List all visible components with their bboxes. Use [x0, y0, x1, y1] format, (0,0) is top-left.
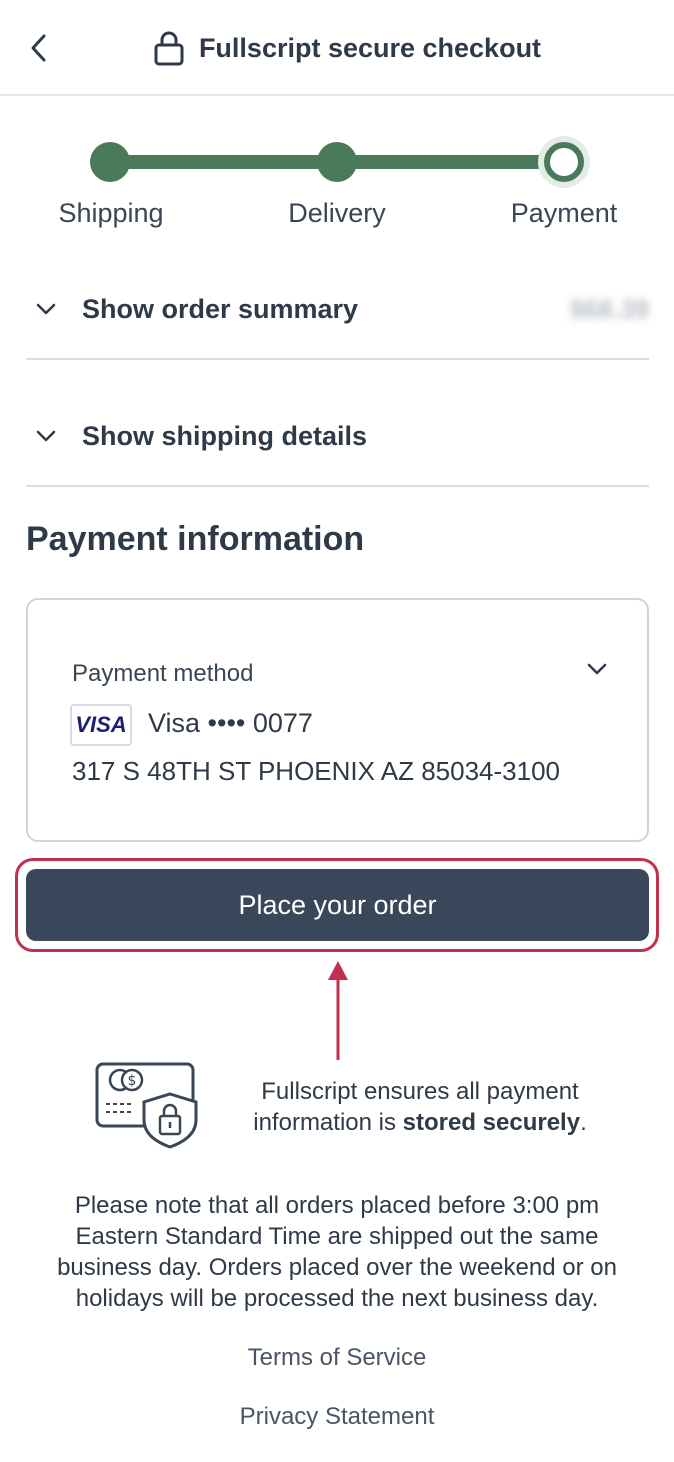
payment-method-select[interactable]: Payment method VISA Visa •••• 0077 317 S…	[26, 598, 649, 842]
place-order-button[interactable]: Place your order	[26, 869, 649, 941]
visa-logo-icon: VISA	[70, 704, 132, 746]
arrow-up-icon	[328, 961, 348, 1060]
payment-method-label: Payment method	[72, 660, 254, 687]
shipping-details-toggle[interactable]: Show shipping details	[26, 387, 649, 487]
billing-address: 317 S 48TH ST PHOENIX AZ 85034-3100	[72, 756, 561, 786]
step-label-shipping: Shipping	[58, 198, 164, 228]
step-connector	[337, 155, 564, 169]
security-text-bold: stored securely	[402, 1109, 581, 1136]
chevron-down-icon	[26, 303, 66, 315]
secure-card-shield-icon: $	[95, 1062, 198, 1149]
top-bar: Fullscript secure checkout	[0, 0, 674, 96]
header-title-group: Fullscript secure checkout	[0, 0, 674, 96]
checkout-stepper: Shipping Delivery Payment	[0, 130, 674, 240]
page-title: Fullscript secure checkout	[198, 32, 542, 63]
step-label-payment: Payment	[510, 198, 618, 228]
order-summary-toggle[interactable]: Show order summary $68.39	[26, 260, 649, 360]
terms-of-service-link[interactable]: Terms of Service	[0, 1344, 674, 1372]
privacy-statement-link[interactable]: Privacy Statement	[0, 1403, 674, 1431]
security-notice: $ Fullscript ensures all payment informa…	[94, 1060, 614, 1160]
chevron-down-icon	[26, 430, 66, 442]
step-dot-payment	[544, 142, 584, 182]
order-total-amount: $68.39	[569, 293, 649, 324]
shipping-details-label: Show shipping details	[82, 420, 368, 451]
step-dot-delivery	[317, 142, 357, 182]
chevron-down-icon	[587, 662, 607, 680]
step-connector	[110, 155, 337, 169]
shipping-note: Please note that all orders placed befor…	[57, 1192, 617, 1312]
order-summary-label: Show order summary	[82, 293, 359, 324]
payment-section-title: Payment information	[26, 520, 365, 558]
security-text: Fullscript ensures all payment informati…	[253, 1078, 587, 1136]
card-summary: Visa •••• 0077	[148, 708, 313, 738]
step-dot-shipping	[90, 142, 130, 182]
svg-text:$: $	[128, 1073, 137, 1089]
lock-icon	[154, 31, 184, 66]
step-label-delivery: Delivery	[288, 198, 386, 228]
